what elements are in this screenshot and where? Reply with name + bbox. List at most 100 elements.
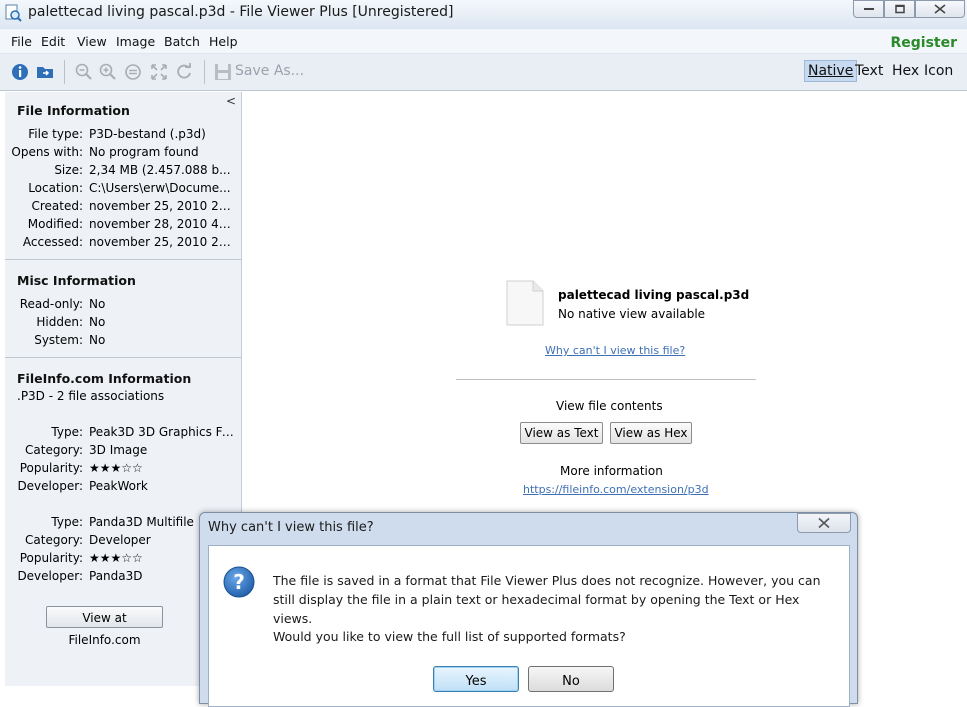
associations-count: .P3D - 2 file associations (17, 389, 165, 403)
menu-view[interactable]: View (77, 34, 107, 49)
title-bar: palettecad living pascal.p3d - File View… (0, 0, 967, 29)
info-key: Type: (51, 515, 83, 529)
file-information-title: File Information (17, 103, 130, 118)
info-key: Type: (51, 425, 83, 439)
view-as-hex-button[interactable]: View as Hex (610, 422, 692, 444)
view-file-contents-label: View file contents (556, 399, 663, 413)
info-row-hidden: Hidden: No (5, 315, 241, 333)
assoc-row-category: Category: 3D Image (5, 443, 241, 461)
info-key: File type: (28, 127, 83, 141)
why-cant-view-link[interactable]: Why can't I view this file? (545, 344, 685, 357)
minimize-icon (863, 8, 874, 10)
toolbar: Save As... Native Text Hex Icon (0, 54, 967, 91)
info-key: Read-only: (19, 297, 83, 311)
dialog-question: Would you like to view the full list of … (273, 629, 626, 644)
info-value: november 25, 2010 2:... (89, 199, 234, 213)
close-icon (818, 517, 830, 529)
generic-file-icon (506, 280, 544, 326)
info-row-opens-with: Opens with: No program found (5, 145, 241, 163)
info-key: Created: (31, 199, 83, 213)
svg-text:?: ? (233, 570, 245, 594)
info-key: Location: (28, 181, 83, 195)
info-row-size: Size: 2,34 MB (2.457.088 b... (5, 163, 241, 181)
info-row-modified: Modified: november 28, 2010 4:... (5, 217, 241, 235)
info-key: Developer: (17, 479, 83, 493)
menu-help[interactable]: Help (209, 34, 238, 49)
no-button[interactable]: No (528, 666, 614, 692)
why-cant-view-dialog: Why can't I view this file? ? The file i… (199, 512, 858, 707)
toolbar-separator (64, 60, 65, 84)
view-as-text-button[interactable]: View as Text (520, 422, 603, 444)
viewer-divider (456, 379, 756, 380)
assoc-row-type: Type: Peak3D 3D Graphics File (5, 425, 241, 443)
menu-bar: File Edit View Image Batch Help Register (0, 29, 967, 54)
dialog-message: The file is saved in a format that File … (273, 573, 821, 626)
menu-image[interactable]: Image (116, 34, 155, 49)
info-value: november 28, 2010 4:... (89, 217, 234, 231)
info-icon[interactable] (10, 62, 30, 82)
info-row-system: System: No (5, 333, 241, 351)
info-key: Accessed: (22, 235, 83, 249)
info-key: Size: (54, 163, 83, 177)
info-key: Developer: (17, 569, 83, 583)
info-key: Hidden: (36, 315, 83, 329)
info-value: No (89, 333, 106, 347)
open-folder-icon[interactable] (35, 62, 55, 82)
assoc-row-developer: Developer: PeakWork (5, 479, 241, 497)
dialog-title: Why can't I view this file? (208, 520, 374, 535)
info-key: Opens with: (11, 145, 83, 159)
tab-hex[interactable]: Hex (889, 63, 922, 79)
more-information-label: More information (560, 464, 663, 478)
collapse-sidebar-button[interactable]: < (226, 94, 236, 108)
info-row-accessed: Accessed: november 25, 2010 2:... (5, 235, 241, 253)
info-key: Modified: (27, 217, 83, 231)
info-row-created: Created: november 25, 2010 2:... (5, 199, 241, 217)
tab-native[interactable]: Native (804, 60, 858, 82)
dialog-close-button[interactable] (797, 513, 851, 533)
info-value: P3D-bestand (.p3d) (89, 127, 206, 141)
zoom-fit-icon[interactable] (123, 62, 143, 82)
tab-text[interactable]: Text (852, 63, 886, 79)
info-value: No program found (89, 145, 199, 159)
save-as-button[interactable]: Save As... (235, 63, 304, 79)
zoom-out-icon[interactable] (74, 62, 94, 82)
info-row-file-type: File type: P3D-bestand (.p3d) (5, 127, 241, 145)
info-row-location: Location: C:\Users\erw\Docume... (5, 181, 241, 199)
section-divider (5, 357, 241, 358)
info-value: Peak3D 3D Graphics File (89, 425, 234, 439)
info-value: 2,34 MB (2.457.088 b... (89, 163, 231, 177)
info-key: Popularity: (19, 461, 83, 475)
save-icon[interactable] (213, 62, 233, 82)
tab-icon[interactable]: Icon (921, 63, 956, 79)
info-value: 3D Image (89, 443, 148, 457)
fileinfo-com-title: FileInfo.com Information (17, 371, 192, 386)
close-icon (934, 4, 946, 14)
info-value: C:\Users\erw\Docume... (89, 181, 231, 195)
popularity-stars: ★★★☆☆ (89, 461, 143, 475)
menu-edit[interactable]: Edit (41, 34, 65, 49)
info-key: Category: (25, 443, 83, 457)
view-at-fileinfo-button[interactable]: View at FileInfo.com (46, 606, 163, 647)
info-key: Popularity: (19, 551, 83, 565)
file-name: palettecad living pascal.p3d (558, 288, 750, 302)
question-icon: ? (223, 566, 255, 598)
close-window-button[interactable] (915, 0, 965, 18)
register-link[interactable]: Register (890, 35, 957, 51)
menu-batch[interactable]: Batch (164, 34, 200, 49)
minimize-button[interactable] (853, 0, 884, 18)
menu-file[interactable]: File (11, 34, 32, 49)
no-native-view-text: No native view available (558, 307, 706, 321)
assoc-row-popularity: Popularity: ★★★☆☆ (5, 461, 241, 479)
maximize-button[interactable] (884, 0, 915, 18)
info-value: No (89, 315, 106, 329)
rotate-icon[interactable] (174, 62, 194, 82)
zoom-in-icon[interactable] (98, 62, 118, 82)
fullscreen-icon[interactable] (149, 62, 169, 82)
yes-button[interactable]: Yes (433, 666, 519, 692)
window-title: palettecad living pascal.p3d - File View… (28, 4, 454, 20)
fileinfo-extension-link[interactable]: https://fileinfo.com/extension/p3d (523, 483, 709, 496)
info-row-read-only: Read-only: No (5, 297, 241, 315)
app-icon (5, 4, 22, 22)
toolbar-separator (204, 60, 205, 84)
info-value: november 25, 2010 2:... (89, 235, 234, 249)
